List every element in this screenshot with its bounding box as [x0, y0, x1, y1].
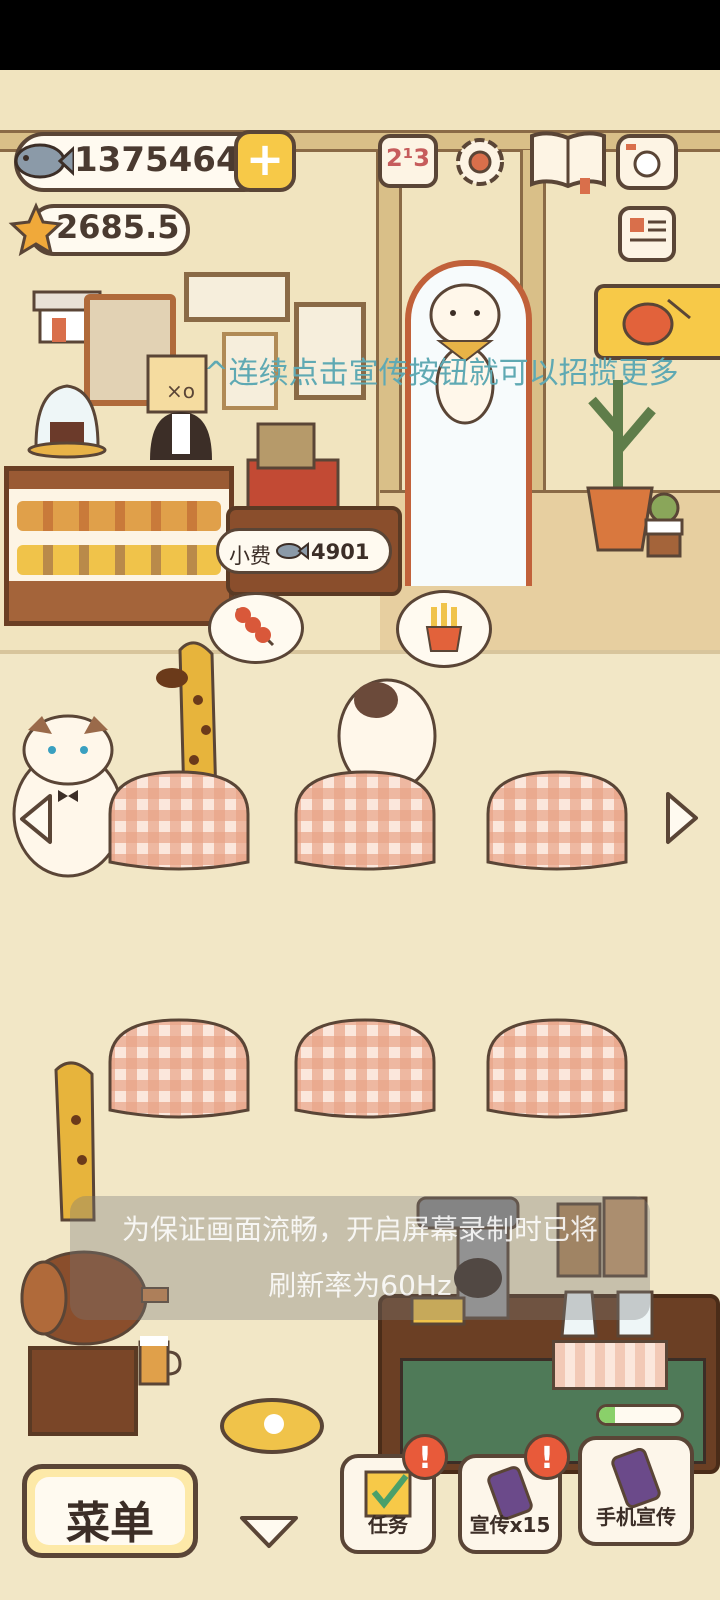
- ranking-icon: 2¹3: [386, 144, 430, 172]
- promote-label: 宣传x15: [469, 1513, 551, 1537]
- toast-line-1: 为保证画面流畅，开启屏幕录制时已将: [121, 1213, 598, 1246]
- book-icon: [530, 131, 606, 194]
- task-label: 任务: [368, 1513, 408, 1537]
- collapse-down-button[interactable]: [238, 1512, 300, 1552]
- table-3[interactable]: [482, 766, 632, 876]
- barrel-stand: [28, 1346, 138, 1436]
- promote-alert-badge: !: [524, 1434, 570, 1480]
- menu-label: 菜单: [66, 1498, 154, 1549]
- tip-label: 小费: [229, 544, 271, 568]
- gear-icon: [456, 138, 504, 186]
- newspaper-icon: [630, 218, 666, 242]
- cafe-scene: 1375464 + 2685.5 2¹3 ^o^连续点击宣传按钮就可以招揽更多 …: [0, 70, 720, 1600]
- recipe-book-button[interactable]: [528, 128, 608, 194]
- fish-bone-frame: [184, 272, 290, 322]
- tip-amount: 4901: [311, 540, 370, 564]
- beer-mug: [136, 1332, 182, 1388]
- add-currency-button[interactable]: +: [234, 130, 296, 192]
- camera-icon: [626, 144, 661, 178]
- lantern-icon: [622, 298, 691, 346]
- table-4[interactable]: [104, 1014, 254, 1124]
- chevron-down-icon: [240, 1516, 298, 1548]
- fish-icon: [10, 134, 76, 188]
- table-5[interactable]: [290, 1014, 440, 1124]
- table-6[interactable]: [482, 1014, 632, 1124]
- scroll-right-button[interactable]: [660, 790, 704, 846]
- fries-food-icon: [425, 603, 463, 652]
- brew-progress-fill: [599, 1407, 616, 1423]
- chevron-right-icon: [666, 792, 698, 844]
- tip-fish-icon: [275, 541, 309, 561]
- svg-text:×o: ×o: [166, 379, 195, 403]
- plus-icon: +: [245, 132, 285, 186]
- small-cactus-stool: [636, 488, 692, 560]
- chevron-left-icon: [20, 794, 52, 844]
- ranking-button[interactable]: 2¹3: [378, 134, 438, 188]
- screen-recording-toast: 为保证画面流畅，开启屏幕录制时已将 刷新率为60Hz: [70, 1196, 650, 1320]
- task-alert-badge: !: [402, 1434, 448, 1480]
- paw-icon: [264, 1414, 284, 1434]
- cake-dome: [26, 370, 108, 460]
- news-button[interactable]: [618, 206, 676, 262]
- pastry-display-case: [4, 466, 234, 626]
- scroll-left-button[interactable]: [14, 792, 58, 846]
- brew-progress-bar: [596, 1404, 684, 1426]
- toast-line-2: 刷新率为60Hz: [268, 1269, 452, 1302]
- cash-register: [244, 420, 350, 512]
- settings-button[interactable]: [450, 132, 510, 192]
- camera-button[interactable]: [616, 134, 678, 190]
- fish-amount: 1375464: [74, 140, 240, 180]
- cashier-bag-head-cat: ×o: [140, 352, 222, 462]
- table-2[interactable]: [290, 766, 440, 876]
- phone-promote-button[interactable]: 手机宣传: [578, 1436, 694, 1546]
- star-amount: 2685.5: [56, 208, 180, 246]
- phone-promote-label: 手机宣传: [596, 1505, 676, 1529]
- tip-bubble[interactable]: 小费 4901: [216, 528, 392, 574]
- checkered-cloth: [552, 1340, 668, 1390]
- pet-bed: [220, 1398, 324, 1454]
- table-1[interactable]: [104, 766, 254, 876]
- menu-button[interactable]: 菜单: [22, 1464, 198, 1558]
